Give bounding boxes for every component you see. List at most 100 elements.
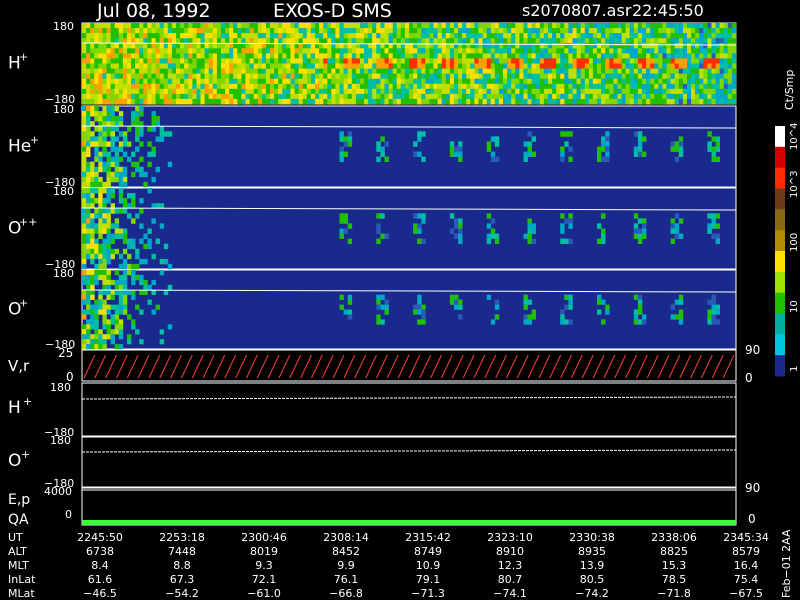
- colorbar-segment: [775, 271, 785, 294]
- h-plus-cell: [552, 63, 557, 69]
- he-plus-cell: [458, 151, 463, 157]
- h-plus-cell: [90, 53, 95, 59]
- o-plus-cell: [449, 299, 455, 305]
- h-plus-cell: [184, 53, 189, 59]
- h-plus-cell: [601, 53, 606, 59]
- o-plus-plus-cell: [376, 223, 381, 229]
- h-plus-cell: [351, 33, 357, 39]
- qa-ybot: 0: [65, 508, 72, 521]
- o-plus-cell: [637, 319, 643, 325]
- o-plus-cell: [347, 309, 353, 315]
- h-plus-cell: [114, 23, 120, 29]
- h-plus-cell: [666, 63, 671, 69]
- h-plus-cell: [122, 68, 128, 74]
- o-plus-plus-cell: [106, 258, 111, 265]
- o-plus-cell: [94, 309, 99, 315]
- colorbar-segment: [775, 251, 785, 273]
- o-plus-cell: [102, 339, 107, 345]
- o-plus-plus-cell: [637, 238, 643, 244]
- h-plus-cell: [82, 68, 87, 74]
- o-plus-plus-cell: [454, 223, 459, 229]
- h-plus-cell: [454, 33, 459, 39]
- h-plus-cell: [523, 78, 528, 85]
- h-plus-cell: [666, 28, 671, 34]
- h-plus-cell: [658, 28, 663, 34]
- he-plus-cell: [118, 146, 124, 152]
- h-plus-cell: [642, 23, 647, 29]
- o-plus-plus-cell: [151, 253, 156, 260]
- h-plus-cell: [131, 93, 136, 100]
- h-plus-cell: [445, 73, 451, 79]
- h-plus-cell: [658, 48, 663, 54]
- h-plus-cell: [723, 68, 729, 74]
- h-plus-cell: [642, 28, 647, 34]
- h-plus-cell: [674, 83, 680, 90]
- h-plus-cell: [564, 88, 569, 95]
- he-plus-cell: [110, 156, 115, 162]
- h-plus-cell: [703, 38, 708, 44]
- h-plus-cell: [360, 73, 365, 79]
- h-plus-cell: [343, 98, 348, 105]
- h-plus-cell: [621, 28, 626, 34]
- h-plus-cell: [539, 68, 545, 74]
- he-plus-cell: [131, 171, 136, 178]
- o-plus-plus-cell: [711, 223, 716, 229]
- h-plus-cell: [286, 63, 291, 69]
- h-plus-cell: [257, 43, 263, 49]
- h-plus-cell: [527, 33, 532, 39]
- h-plus-cell: [351, 83, 357, 90]
- he-plus-cell: [114, 166, 120, 173]
- h-plus-cell: [392, 28, 398, 34]
- h-plus-cell: [486, 68, 492, 74]
- h-plus-cell: [208, 28, 214, 34]
- h-plus-cell: [597, 68, 602, 74]
- o-plus-cell: [605, 304, 610, 310]
- h-plus-cell: [392, 58, 398, 64]
- he-plus-cell: [347, 136, 353, 142]
- he-plus-cell: [106, 126, 111, 132]
- h-plus-cell: [351, 28, 357, 34]
- h-plus-cell: [458, 58, 463, 64]
- h-plus-cell: [458, 73, 463, 79]
- o-plus-plus-cell: [127, 263, 132, 270]
- h-plus-cell: [731, 63, 737, 69]
- h-plus-cell: [184, 78, 189, 85]
- h-plus-cell: [364, 63, 369, 69]
- h-plus-cell: [94, 93, 99, 100]
- o-plus-plus-cell: [98, 263, 103, 270]
- h-plus-cell: [478, 48, 483, 54]
- h-plus-cell: [449, 48, 455, 54]
- o-plus-cell: [90, 339, 95, 345]
- h-plus-cell: [335, 23, 340, 29]
- o-plus-cell: [560, 309, 565, 315]
- h-plus-cell: [421, 68, 426, 74]
- h-plus-cell: [658, 68, 663, 74]
- h-plus-cell: [609, 43, 614, 49]
- h-plus-cell: [548, 58, 553, 64]
- h-plus-cell: [470, 68, 475, 74]
- h-plus-cell: [633, 73, 639, 79]
- h-plus-cell: [327, 83, 332, 90]
- h-plus-cell: [135, 58, 140, 64]
- h-plus-cell: [216, 98, 222, 105]
- h-plus-cell: [650, 93, 655, 100]
- h-plus-cell: [449, 63, 455, 69]
- he-plus-cell: [564, 131, 569, 137]
- h-plus-cell: [695, 98, 700, 105]
- h-plus-cell: [400, 28, 406, 34]
- h-plus-cell: [310, 68, 316, 74]
- h-plus-cell: [703, 43, 708, 49]
- he-plus-cell: [106, 141, 111, 147]
- h-plus-cell: [241, 98, 246, 105]
- h-plus-cell: [241, 83, 246, 90]
- h-plus-cell: [237, 78, 242, 85]
- h-plus-cell: [290, 23, 295, 29]
- h-plus-cell: [286, 73, 291, 79]
- h-plus-cell: [548, 78, 553, 85]
- h-plus-cell: [731, 23, 737, 29]
- h-plus-cell: [396, 63, 402, 69]
- h-plus-cell: [470, 28, 475, 34]
- h-plus-cell: [253, 53, 259, 59]
- h-plus-cell: [727, 33, 733, 39]
- h-plus-cell: [707, 68, 712, 74]
